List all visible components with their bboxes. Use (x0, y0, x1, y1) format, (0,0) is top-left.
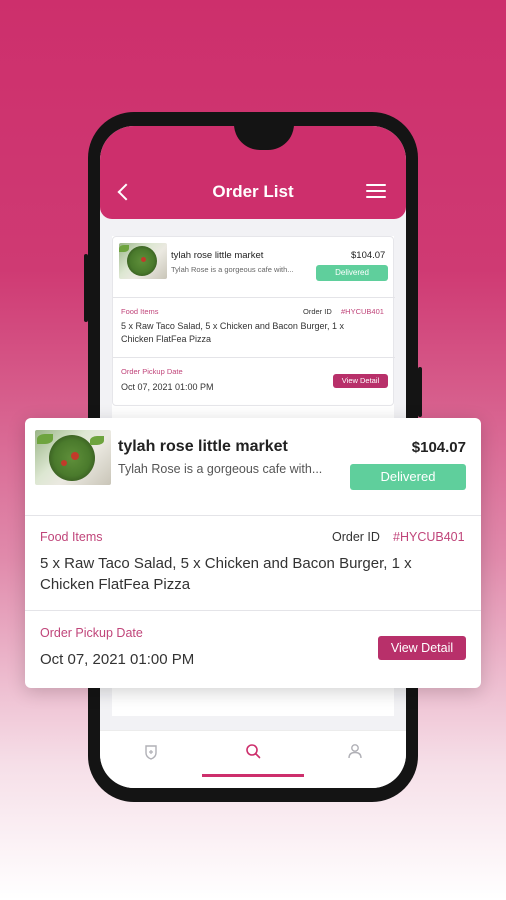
store-name: tylah rose little market (171, 250, 264, 261)
pickup-date-label: Order Pickup Date (40, 626, 143, 640)
pickup-date-label: Order Pickup Date (121, 367, 183, 376)
tab-search[interactable] (202, 731, 304, 788)
order-price: $104.07 (411, 439, 466, 456)
tab-shield[interactable] (100, 731, 202, 788)
food-items-label: Food Items (121, 307, 159, 316)
bottom-tab-bar (100, 730, 406, 788)
active-tab-indicator (202, 774, 304, 777)
menu-icon[interactable] (366, 184, 386, 200)
page-title: Order List (212, 182, 294, 201)
order-id-label: Order ID (332, 530, 380, 544)
shield-icon (145, 745, 157, 760)
phone-side-button (418, 367, 422, 417)
food-thumbnail (35, 430, 111, 485)
food-items-line2: Chicken FlatFea Pizza (40, 576, 191, 593)
food-items-line1: 5 x Raw Taco Salad, 5 x Chicken and Baco… (121, 321, 344, 331)
food-thumbnail (119, 243, 167, 279)
status-badge: Delivered (350, 464, 466, 490)
pickup-date: Oct 07, 2021 01:00 PM (40, 651, 195, 668)
view-detail-button[interactable]: View Detail (378, 636, 466, 660)
tab-profile[interactable] (304, 731, 406, 788)
pickup-date: Oct 07, 2021 01:00 PM (121, 382, 214, 392)
view-detail-button[interactable]: View Detail (333, 374, 388, 388)
food-items-label: Food Items (40, 530, 103, 544)
order-price: $104.07 (351, 250, 386, 261)
order-id: #HYCUB401 (341, 307, 384, 316)
search-icon (246, 744, 261, 759)
order-id-label: Order ID (303, 307, 332, 316)
order-card[interactable]: tylah rose little market Tylah Rose is a… (112, 236, 395, 406)
phone-side-button (84, 254, 88, 322)
order-card-enlarged[interactable]: tylah rose little market Tylah Rose is a… (25, 418, 481, 688)
user-icon (348, 744, 362, 759)
store-name: tylah rose little market (118, 438, 288, 455)
status-badge: Delivered (316, 265, 388, 281)
order-id: #HYCUB401 (393, 530, 465, 544)
food-items-line2: Chicken FlatFea Pizza (121, 334, 212, 344)
store-description: Tylah Rose is a gorgeous cafe with... (118, 462, 323, 476)
food-items-line1: 5 x Raw Taco Salad, 5 x Chicken and Baco… (40, 555, 412, 572)
store-description: Tylah Rose is a gorgeous cafe with... (171, 265, 294, 274)
